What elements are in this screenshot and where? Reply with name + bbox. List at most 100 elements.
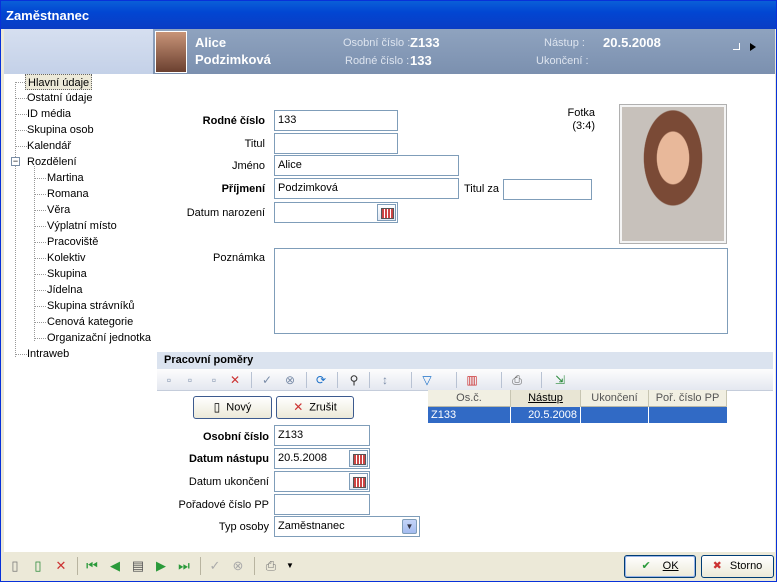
- bottom-toolbar: ▯ ▯ ✕ ⏮ ◀ ▤ ▶ ⏭ ✓ ⊗ ⎙ ▼ ✔ OK ✖ Storno: [1, 552, 776, 581]
- storno-button[interactable]: ✖ Storno: [701, 555, 774, 578]
- columns-icon[interactable]: ▥: [464, 372, 480, 388]
- photo-image: [622, 107, 724, 241]
- column-header-por-cislo[interactable]: Poř. číslo PP: [649, 390, 727, 407]
- birth-date-label: Datum narození: [186, 207, 265, 219]
- tree-item-rozdeleni[interactable]: Rozdělení: [27, 154, 77, 170]
- tree-item-vera[interactable]: Věra: [47, 202, 70, 218]
- birth-date-calendar-icon[interactable]: [377, 204, 396, 221]
- column-header-os-c[interactable]: Os.č.: [428, 390, 511, 407]
- table-row[interactable]: Z133 20.5.2008: [428, 407, 727, 423]
- window-title: Zaměstnanec: [1, 1, 776, 29]
- tree-item-skupina[interactable]: Skupina: [47, 266, 87, 282]
- end-date-calendar-icon[interactable]: [349, 473, 368, 490]
- tree-item-jidelna[interactable]: Jídelna: [47, 282, 82, 298]
- header-personal-number: Z133: [410, 35, 440, 50]
- navigation-panel-header: [4, 29, 153, 74]
- header-birth-number-label: Rodné číslo :: [345, 55, 410, 67]
- tree-connector: [15, 354, 27, 355]
- tree-connector: [34, 322, 46, 323]
- sort-icon[interactable]: ↕: [377, 372, 393, 388]
- chevron-down-icon[interactable]: ▼: [282, 558, 298, 574]
- tree-connector: [34, 258, 46, 259]
- tree-item-skupina-stravniku[interactable]: Skupina strávníků: [47, 298, 134, 314]
- tree-item-kalendar[interactable]: Kalendář: [27, 138, 71, 154]
- header-start-date: 20.5.2008: [603, 35, 661, 50]
- cancel-icon[interactable]: ⊗: [230, 558, 246, 574]
- tree-item-romana[interactable]: Romana: [47, 186, 89, 202]
- title-label: Titul: [244, 138, 265, 150]
- print-icon[interactable]: ⎙: [509, 372, 525, 388]
- tree-connector: [15, 130, 27, 131]
- confirm-icon[interactable]: ✓: [259, 372, 275, 388]
- cancel-employment-button[interactable]: ✕ Zrušit: [276, 396, 354, 419]
- cell-nastup: 20.5.2008: [511, 407, 581, 423]
- next-record-icon[interactable]: ▶: [153, 558, 169, 574]
- tree-item-kolektiv[interactable]: Kolektiv: [47, 250, 86, 266]
- tree-item-ostatni-udaje[interactable]: Ostatní údaje: [27, 90, 92, 106]
- delete-record-icon[interactable]: ✕: [227, 372, 243, 388]
- tree-item-intraweb[interactable]: Intraweb: [27, 346, 69, 362]
- header-birth-number: 133: [410, 53, 432, 68]
- toolbar-separator: [306, 372, 307, 388]
- start-date-calendar-icon[interactable]: [349, 450, 368, 467]
- tree-item-martina[interactable]: Martina: [47, 170, 84, 186]
- tree-item-vyplatni-misto[interactable]: Výplatní místo: [47, 218, 117, 234]
- refresh-icon[interactable]: ⟳: [313, 372, 329, 388]
- order-number-field[interactable]: [274, 494, 370, 515]
- tree-connector: [34, 178, 46, 179]
- expand-arrow-icon[interactable]: [750, 43, 756, 51]
- new-record-icon[interactable]: ▫: [161, 372, 177, 388]
- employee-thumbnail: [155, 31, 187, 73]
- print-icon[interactable]: ⎙: [263, 558, 279, 574]
- collapse-toggle-icon[interactable]: −: [11, 157, 20, 166]
- tree-item-cenova-kategorie[interactable]: Cenová kategorie: [47, 314, 133, 330]
- copy-icon[interactable]: ▯: [30, 558, 46, 574]
- filter-icon[interactable]: ▽: [419, 372, 435, 388]
- export-icon[interactable]: ⇲: [552, 372, 568, 388]
- title-field[interactable]: [274, 133, 398, 154]
- employment-toolbar: ▫ ▫ ▫ ✕ ✓ ⊗ ⟳ ⚲ ↕ ▽ ▥ ⎙ ⇲: [157, 369, 773, 391]
- cancel-icon[interactable]: ⊗: [282, 372, 298, 388]
- tree-connector: [15, 82, 25, 83]
- first-record-icon[interactable]: ⏮: [84, 558, 100, 574]
- first-name-field[interactable]: Alice: [274, 155, 459, 176]
- chevron-down-icon[interactable]: ▼: [402, 519, 417, 534]
- new-employment-button[interactable]: ▯ Nový: [193, 396, 272, 419]
- delete-icon[interactable]: ✕: [53, 558, 69, 574]
- new-icon[interactable]: ▯: [7, 558, 23, 574]
- photo-ratio-label: (3:4): [572, 120, 595, 132]
- employment-section-title: Pracovní poměry: [157, 352, 773, 369]
- column-header-nastup[interactable]: Nástup: [511, 390, 581, 407]
- find-icon[interactable]: ⚲: [346, 372, 362, 388]
- tree-item-hlavni-udaje[interactable]: Hlavní údaje: [25, 74, 93, 90]
- close-icon: ✖: [712, 560, 722, 572]
- ok-button[interactable]: ✔ OK: [624, 555, 696, 578]
- last-name-field[interactable]: Podzimková: [274, 178, 459, 199]
- photo-label: Fotka: [567, 107, 595, 119]
- title-after-field[interactable]: [503, 179, 592, 200]
- last-record-icon[interactable]: ⏭: [176, 558, 192, 574]
- note-field[interactable]: [274, 248, 728, 334]
- personal-number-field[interactable]: Z133: [274, 425, 370, 446]
- tree-item-pracoviste[interactable]: Pracoviště: [47, 234, 98, 250]
- tree-item-organizacni-jednotka[interactable]: Organizační jednotka: [47, 330, 151, 346]
- toolbar-separator: [251, 372, 252, 388]
- employee-window: Zaměstnanec Hlavní údaje Ostatní údaje I…: [0, 0, 777, 582]
- tree-connector: [34, 166, 35, 341]
- column-header-ukonceni[interactable]: Ukončení: [581, 390, 649, 407]
- employee-photo[interactable]: [619, 104, 727, 244]
- edit-record-icon[interactable]: ▫: [206, 372, 222, 388]
- toolbar-separator: [77, 557, 78, 575]
- tree-item-skupina-osob[interactable]: Skupina osob: [27, 122, 94, 138]
- confirm-icon[interactable]: ✓: [207, 558, 223, 574]
- previous-record-icon[interactable]: ◀: [107, 558, 123, 574]
- find-record-icon[interactable]: ▤: [130, 558, 146, 574]
- person-type-select[interactable]: Zaměstnanec: [274, 516, 420, 537]
- birth-number-field[interactable]: 133: [274, 110, 398, 131]
- tree-item-id-media[interactable]: ID média: [27, 106, 71, 122]
- toolbar-separator: [411, 372, 412, 388]
- copy-record-icon[interactable]: ▫: [182, 372, 198, 388]
- header-first-name: Alice: [195, 35, 227, 50]
- birth-number-label: Rodné číslo: [202, 115, 265, 127]
- grid-header: Os.č. Nástup Ukončení Poř. číslo PP: [428, 390, 727, 407]
